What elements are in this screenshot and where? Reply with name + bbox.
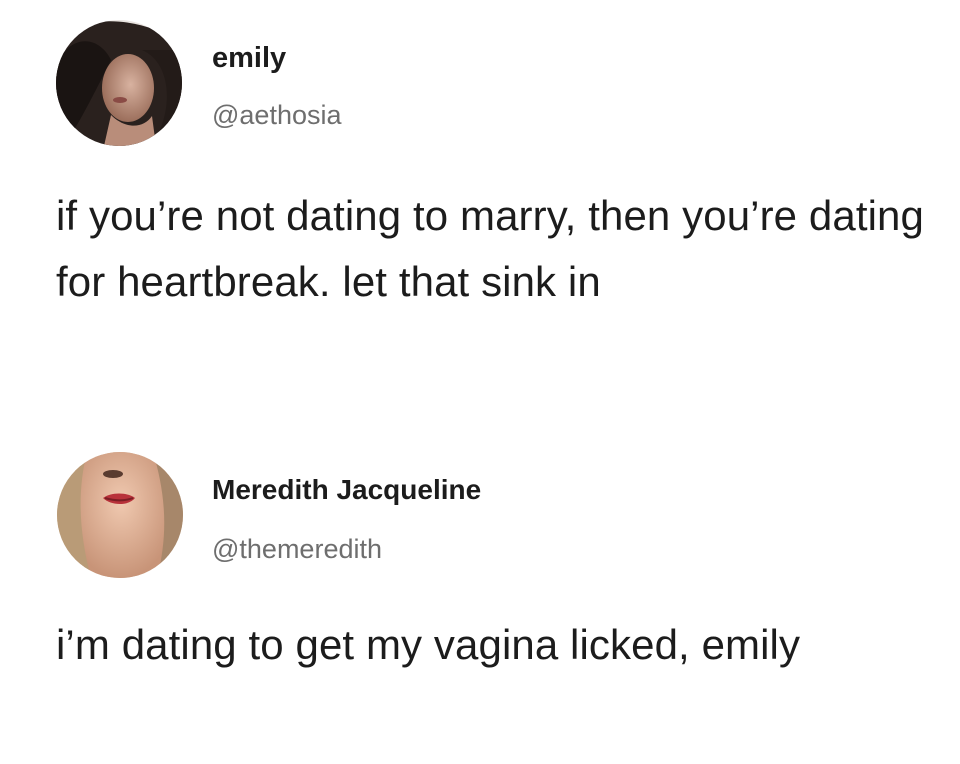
user-handle[interactable]: @themeredith	[212, 534, 382, 565]
avatar[interactable]	[56, 20, 182, 146]
tweet-text: if you’re not dating to marry, then you’…	[56, 192, 924, 305]
user-handle[interactable]: @aethosia	[212, 100, 342, 131]
profile-photo-icon	[57, 452, 183, 578]
profile-photo-icon	[56, 20, 182, 146]
display-name[interactable]: emily	[212, 42, 286, 75]
avatar[interactable]	[57, 452, 183, 578]
tweet-text: i’m dating to get my vagina licked, emil…	[56, 621, 801, 668]
display-name[interactable]: Meredith Jacqueline	[212, 474, 481, 506]
